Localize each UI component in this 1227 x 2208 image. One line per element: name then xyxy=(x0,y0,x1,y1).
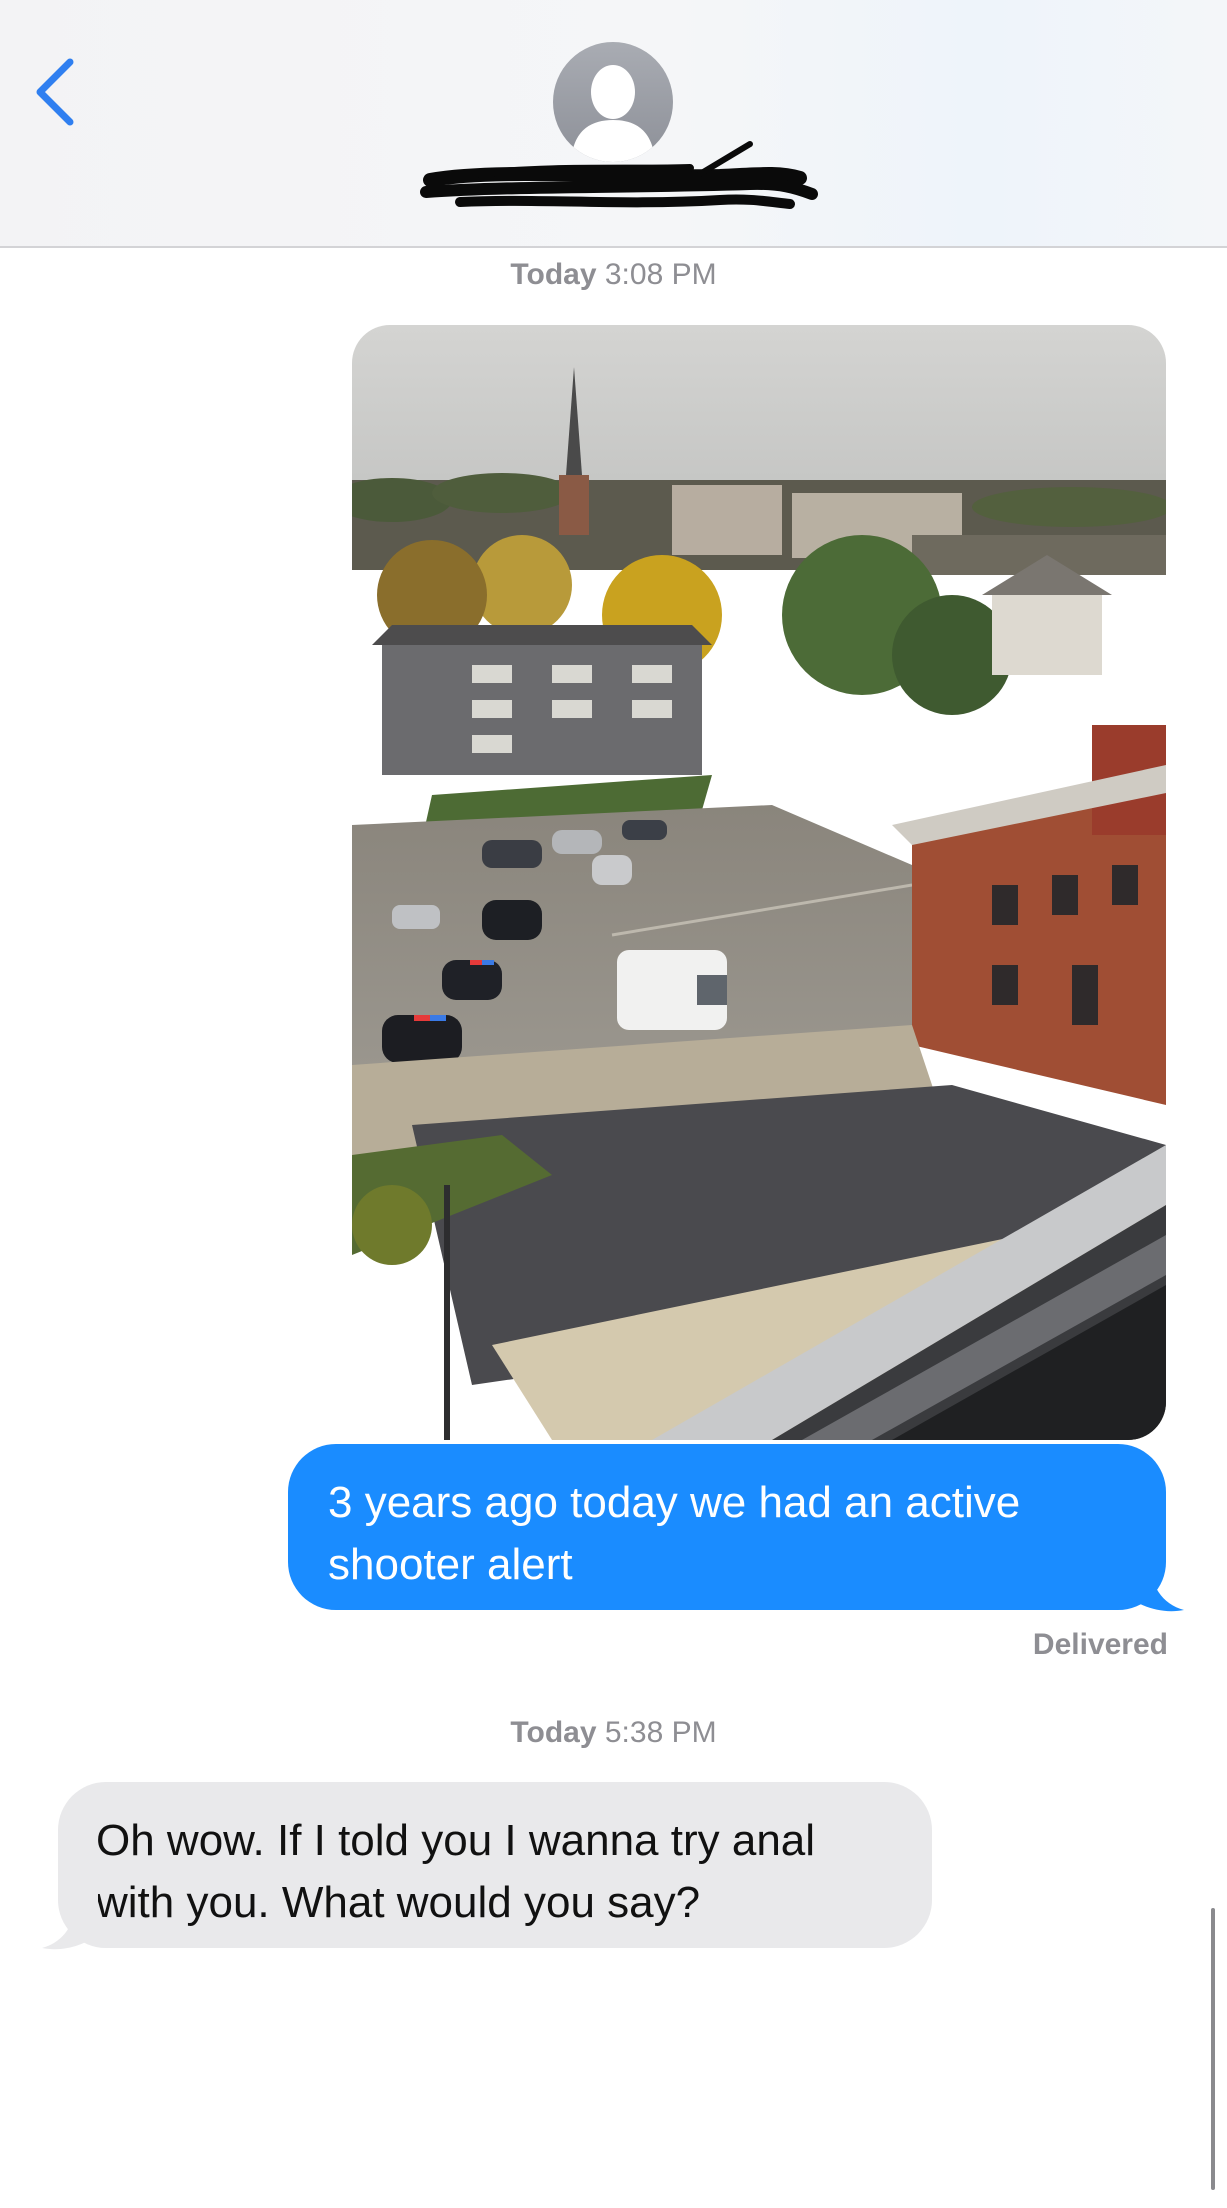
timestamp-time: 5:38 PM xyxy=(604,1716,717,1749)
back-button[interactable] xyxy=(26,52,86,132)
chevron-left-icon xyxy=(36,58,74,126)
received-bubble-tail xyxy=(42,1894,98,1950)
received-message-text: Oh wow. If I told you I wanna try anal w… xyxy=(96,1816,816,1927)
sent-message-text: 3 years ago today we had an active shoot… xyxy=(328,1478,1021,1589)
photo-attachment[interactable] xyxy=(352,325,1166,1440)
message-timestamp: Today 3:08 PM xyxy=(0,258,1227,292)
scroll-indicator[interactable] xyxy=(1211,1908,1215,2190)
delivery-status: Delivered xyxy=(1032,1628,1168,1661)
contact-name-redaction[interactable] xyxy=(420,138,820,228)
conversation-header xyxy=(0,0,1227,248)
received-message-bubble[interactable]: Oh wow. If I told you I wanna try anal w… xyxy=(58,1782,932,1948)
timestamp-day: Today xyxy=(510,258,597,291)
timestamp-time: 3:08 PM xyxy=(604,258,717,291)
message-timestamp: Today 5:38 PM xyxy=(0,1716,1227,1750)
sent-message-bubble[interactable]: 3 years ago today we had an active shoot… xyxy=(288,1444,1166,1610)
photo-image xyxy=(352,325,1166,1440)
sent-bubble-tail xyxy=(1128,1556,1184,1612)
timestamp-day: Today xyxy=(510,1716,597,1749)
